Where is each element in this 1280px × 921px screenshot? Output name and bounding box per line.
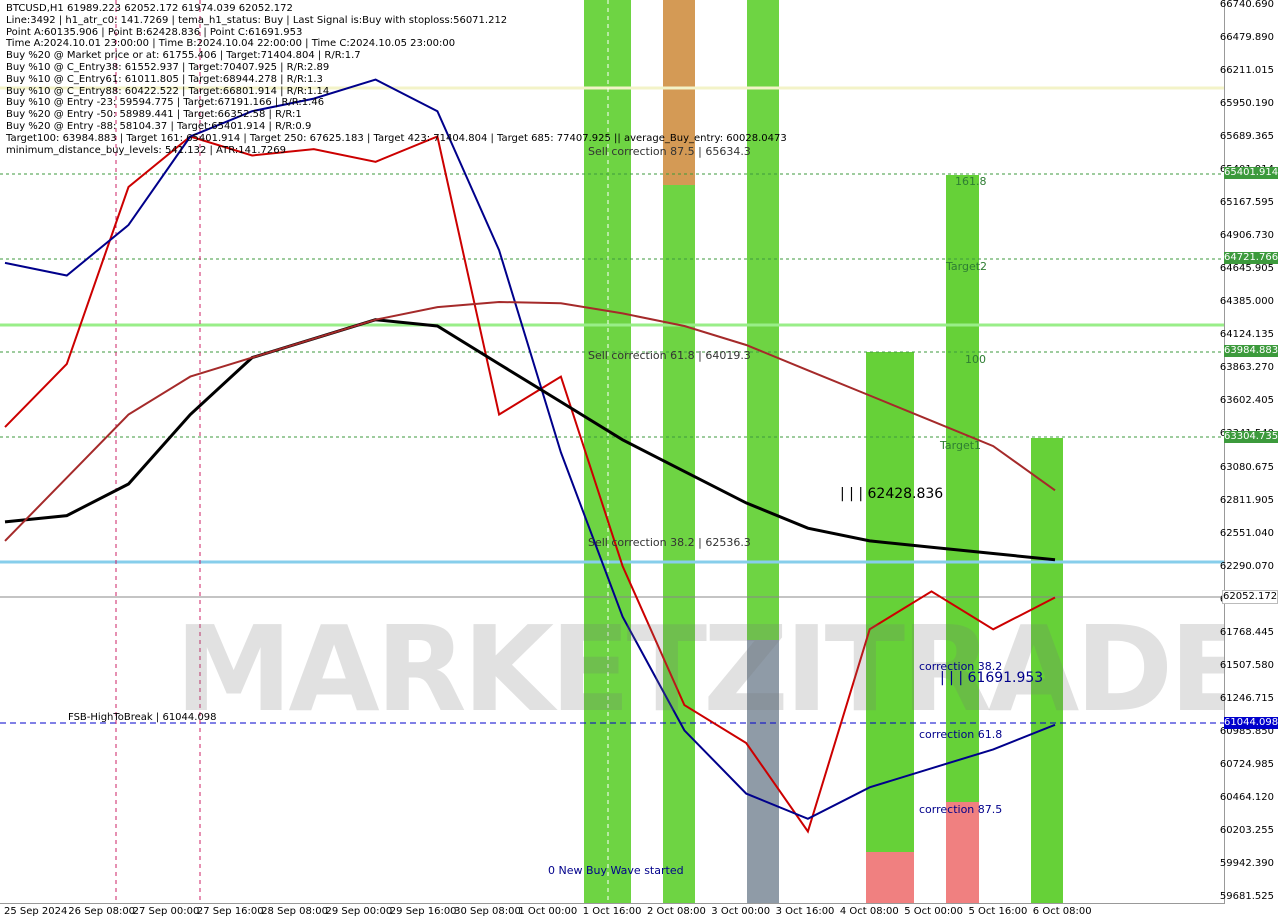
info-line: Buy %20 @ Market price or at: 61755.406 … <box>6 50 361 62</box>
correction-382-label: correction 38.2 <box>919 660 1003 673</box>
x-tick-label: 3 Oct 00:00 <box>711 906 771 917</box>
info-line: Point A:60135.906 | Point B:62428.836 | … <box>6 26 303 38</box>
info-line: Buy %20 @ Entry -88: 58104.37 | Target:6… <box>6 120 312 132</box>
x-tick-label: 5 Oct 00:00 <box>904 906 964 917</box>
y-tick-label: 60203.255 <box>1219 824 1274 836</box>
zone-bar <box>866 852 914 903</box>
y-tick-label: 63602.405 <box>1219 395 1274 407</box>
sell-correction-875-label: Sell correction 87.5 | 65634.3 <box>588 145 751 158</box>
x-tick-label: 25 Sep 2024 <box>4 906 68 917</box>
y-tick-label: 59681.525 <box>1219 891 1274 902</box>
sell-correction-382-label: Sell correction 38.2 | 62536.3 <box>588 536 751 549</box>
info-line: Buy %10 @ Entry -23: 59594.775 | Target:… <box>6 97 325 109</box>
y-tick-label: 59942.390 <box>1219 857 1274 869</box>
x-tick-label: 28 Sep 08:00 <box>261 906 328 917</box>
y-tick-label: 60724.985 <box>1219 758 1274 770</box>
info-line: Buy %10 @ C_Entry88: 60422.522 | Target:… <box>6 85 330 97</box>
info-line: Buy %20 @ Entry -50: 58989.441 | Target:… <box>6 109 302 121</box>
x-tick-label: 4 Oct 08:00 <box>839 906 899 917</box>
sell-correction-618-label: Sell correction 61.8 | 64019.3 <box>588 349 751 362</box>
info-line: Target100: 63984.883 | Target 161: 65401… <box>6 132 787 144</box>
x-tick-label: 3 Oct 16:00 <box>775 906 835 917</box>
price-tag-current: 62052.172 <box>1222 590 1278 604</box>
y-tick-label: 64645.905 <box>1219 263 1274 275</box>
x-tick-label: 27 Sep 00:00 <box>132 906 200 917</box>
y-tick-label: 63080.675 <box>1219 461 1274 473</box>
x-tick-label: 2 Oct 08:00 <box>647 906 706 917</box>
x-tick-label: 5 Oct 16:00 <box>968 906 1028 917</box>
fsb-label: FSB-HighToBreak | 61044.098 <box>68 712 217 723</box>
y-tick-label: 64385.000 <box>1219 296 1274 308</box>
y-tick-label: 65689.365 <box>1219 131 1274 143</box>
price-tag-target161: 65401.914 <box>1224 167 1279 179</box>
x-tick-label: 26 Sep 08:00 <box>68 906 136 917</box>
x-tick-label: 29 Sep 16:00 <box>389 906 457 917</box>
x-tick-label: 29 Sep 00:00 <box>325 906 393 917</box>
time-axis[interactable]: 25 Sep 2024 26 Sep 08:00 27 Sep 00:00 27 Se… <box>0 903 1225 921</box>
y-tick-label: 61768.445 <box>1219 626 1274 638</box>
correction-618-label: correction 61.8 <box>919 728 1003 741</box>
y-tick-label: 65167.595 <box>1219 197 1274 209</box>
x-tick-label: 1 Oct 16:00 <box>582 906 642 917</box>
x-tick-label: 30 Sep 08:00 <box>454 906 521 917</box>
y-tick-label: 62811.905 <box>1219 494 1274 506</box>
info-line: Line:3492 | h1_atr_c0: 141.7269 | tema_h… <box>6 14 508 26</box>
y-tick-label: 66740.690 <box>1219 0 1274 10</box>
info-line: Time A:2024.10.01 23:00:00 | Time B:2024… <box>6 38 456 50</box>
point-b-label: | | | 62428.836 <box>840 486 944 502</box>
y-tick-label: 62290.070 <box>1219 560 1274 572</box>
y-tick-label: 63863.270 <box>1219 362 1274 374</box>
price-tag-target100: 63984.883 <box>1224 345 1279 357</box>
new-buy-wave-label: 0 New Buy Wave started <box>548 864 684 877</box>
price-tag-target1: 63304.735 <box>1224 431 1279 443</box>
x-tick-label: 27 Sep 16:00 <box>196 906 264 917</box>
y-tick-label: 66479.890 <box>1219 32 1274 44</box>
info-line: Buy %10 @ C_Entry38: 61552.937 | Target:… <box>6 61 330 73</box>
y-tick-label: 66211.015 <box>1219 65 1274 77</box>
zone-bar <box>946 802 979 903</box>
y-tick-label: 64906.730 <box>1219 230 1274 242</box>
info-line: Buy %10 @ C_Entry61: 61011.805 | Target:… <box>6 73 323 85</box>
x-tick-label: 1 Oct 00:00 <box>518 906 578 917</box>
info-line: BTCUSD,H1 61989.223 62052.172 61974.039 … <box>6 3 293 14</box>
target-100-label: 100 <box>965 353 986 366</box>
y-tick-label: 60464.120 <box>1219 791 1274 803</box>
y-tick-label: 62551.040 <box>1219 527 1274 539</box>
y-tick-label: 61507.580 <box>1219 659 1274 671</box>
price-axis[interactable]: 66740.690 66479.890 66211.015 65950.190 6568… <box>1220 0 1280 903</box>
target-161-label: 161.8 <box>955 175 987 188</box>
price-tag-fsb: 61044.098 <box>1224 717 1279 729</box>
y-tick-label: 65950.190 <box>1219 98 1274 110</box>
target1-label: Target1 <box>940 439 982 452</box>
info-panel: BTCUSD,H1 61989.223 62052.172 61974.039 … <box>6 3 787 156</box>
watermark: MARKETZITRADE <box>175 600 1250 738</box>
correction-875-label: correction 87.5 <box>919 803 1003 816</box>
x-tick-label: 6 Oct 08:00 <box>1032 906 1092 917</box>
price-tag-target2: 64721.766 <box>1224 252 1279 264</box>
y-tick-label: 64124.135 <box>1219 329 1274 341</box>
y-tick-label: 61246.715 <box>1219 692 1274 704</box>
target2-label: Target2 <box>946 260 988 273</box>
